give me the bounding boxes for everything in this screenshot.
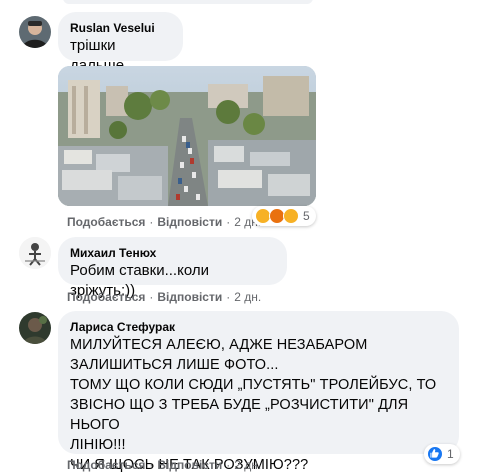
separator-dot: · bbox=[149, 215, 154, 229]
comment-actions: Подобається · Відповісти · 2 дн. bbox=[67, 214, 261, 230]
reaction-count: 5 bbox=[303, 209, 310, 223]
like-button[interactable]: Подобається bbox=[67, 458, 145, 472]
attached-photo[interactable] bbox=[58, 66, 316, 206]
comment-actions: Подобається · Відповісти · 2 дн. bbox=[67, 457, 261, 473]
comment-time[interactable]: 2 дн. bbox=[234, 458, 261, 472]
comment-text-line: ЛІНІЮ!!! bbox=[70, 437, 126, 453]
avatar[interactable] bbox=[19, 16, 51, 48]
comment-author[interactable]: Ruslan Veselui bbox=[70, 20, 171, 36]
avatar-photo bbox=[19, 312, 51, 344]
separator-dot: · bbox=[226, 458, 231, 472]
reactions-summary[interactable]: 5 bbox=[252, 206, 316, 226]
comment-actions: Подобається · Відповісти · 2 дн. bbox=[67, 289, 261, 305]
separator-dot: · bbox=[149, 458, 154, 472]
comment-time[interactable]: 2 дн. bbox=[234, 290, 261, 304]
reply-button[interactable]: Відповісти bbox=[157, 458, 222, 472]
like-button[interactable]: Подобається bbox=[67, 290, 145, 304]
comment-bubble: Ruslan Veselui трішки дальше bbox=[58, 12, 183, 74]
comment-author[interactable]: Лариса Стефурак bbox=[70, 319, 447, 335]
separator-dot: · bbox=[226, 215, 231, 229]
reply-button[interactable]: Відповісти bbox=[157, 215, 222, 229]
comment-bubble: Лариса Стефурак МИЛУЙТЕСЯ АЛЕЄЮ, АДЖЕ НЕ… bbox=[58, 311, 459, 473]
thumbs-up-icon bbox=[430, 449, 439, 458]
avatar-photo bbox=[19, 16, 51, 48]
reply-button[interactable]: Відповісти bbox=[157, 290, 222, 304]
avatar-photo bbox=[19, 237, 51, 269]
comment-text-line: ЗАЛИШИТЬСЯ ЛИШЕ ФОТО... bbox=[70, 357, 279, 373]
separator-dot: · bbox=[149, 290, 154, 304]
comment-text-line: ТОМУ ЩО КОЛИ СЮДИ „ПУСТЯТЬ" ТРОЛЕЙБУС, Т… bbox=[70, 377, 437, 393]
comment-bubble: Михаил Тенюх Робим ставки...коли зріжуть… bbox=[58, 237, 287, 299]
avatar[interactable] bbox=[19, 312, 51, 344]
comment-text-line: МИЛУЙТЕСЯ АЛЕЄЮ, АДЖЕ НЕЗАБАРОМ bbox=[70, 337, 368, 353]
city-aerial-image bbox=[58, 66, 316, 206]
reactions-summary[interactable]: 1 bbox=[424, 444, 460, 464]
separator-dot: · bbox=[226, 290, 231, 304]
like-icon bbox=[427, 446, 443, 462]
comment-author[interactable]: Михаил Тенюх bbox=[70, 245, 275, 261]
avatar[interactable] bbox=[19, 237, 51, 269]
comment-text: МИЛУЙТЕСЯ АЛЕЄЮ, АДЖЕ НЕЗАБАРОМ ЗАЛИШИТЬ… bbox=[70, 335, 447, 475]
like-button[interactable]: Подобається bbox=[67, 215, 145, 229]
reaction-count: 1 bbox=[447, 447, 454, 461]
previous-comment-bubble bbox=[63, 0, 313, 4]
haha-icon bbox=[283, 208, 299, 224]
comment-text-line: ЗВІСНО ЩО З ТРЕБА БУДЕ „РОЗЧИСТИТИ" ДЛЯ … bbox=[70, 397, 409, 433]
